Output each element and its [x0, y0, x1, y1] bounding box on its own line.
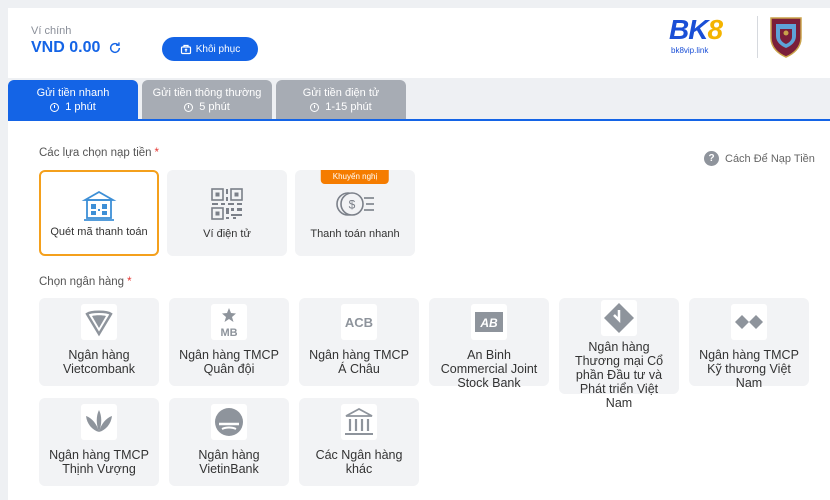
bk8-link: bk8vip.link — [671, 46, 709, 55]
deposit-options-label-text: Các lựa chọn nạp tiền — [39, 147, 152, 159]
option-label: Ví điện tử — [203, 228, 251, 240]
bank-techcombank[interactable]: Ngân hàng TMCP Kỹ thương Việt Nam — [689, 298, 809, 390]
clock-icon — [50, 102, 60, 112]
bank-select-label-text: Chọn ngân hàng — [39, 276, 125, 288]
tab-crypto-deposit[interactable]: Gửi tiền điện tử 1-15 phút — [276, 80, 406, 120]
howto-deposit-link[interactable]: ? Cách Để Nạp Tiền — [704, 151, 815, 166]
brand-logos: BK8 bk8vip.link — [669, 14, 804, 60]
bank-name: Ngân hàng VietinBank — [198, 448, 260, 476]
tab-time: 1-15 phút — [325, 101, 372, 113]
bank-mb[interactable]: MB Ngân hàng TMCP Quân đội — [169, 298, 289, 386]
clock-icon — [310, 102, 320, 112]
required-mark: * — [154, 147, 160, 159]
bidv-icon — [601, 300, 637, 336]
refresh-icon[interactable] — [108, 41, 122, 55]
vietcombank-icon — [81, 304, 117, 340]
mb-logo-text: MB — [220, 327, 237, 339]
clock-icon — [184, 102, 194, 112]
qr-code-icon — [211, 188, 243, 220]
deposit-panel: Các lựa chọn nạp tiền * ? Cách Để Nạp Tiề… — [8, 121, 830, 500]
wallet-header: Ví chính VND 0.00 Khôi phục BK8 bk8vip.l… — [8, 8, 830, 78]
tab-fast-deposit[interactable]: Gửi tiền nhanh 1 phút — [8, 80, 138, 120]
acb-icon: ACB — [341, 304, 377, 340]
bank-name: Ngân hàng TMCP Thịnh Vượng — [49, 448, 149, 476]
bank-name: Ngân hàng TMCP Á Châu — [309, 348, 409, 376]
bank-bidv[interactable]: Ngân hàng Thương mại Cổ phần Đầu tư và P… — [559, 298, 679, 410]
bank-vpbank[interactable]: Ngân hàng TMCP Thịnh Vượng — [39, 398, 159, 486]
bank-select-label: Chọn ngân hàng * — [39, 276, 132, 288]
mb-bank-icon: MB — [211, 304, 247, 340]
bank-name: Ngân hàng TMCP Kỹ thương Việt Nam — [699, 348, 799, 390]
tab-title: Gửi tiền điện tử — [302, 87, 380, 99]
acb-logo-text: ACB — [345, 315, 373, 330]
bank-name: Các Ngân hàng khác — [315, 448, 403, 476]
bank-vietcombank[interactable]: Ngân hàng Vietcombank — [39, 298, 159, 386]
tab-normal-deposit[interactable]: Gửi tiền thông thường 5 phút — [142, 80, 272, 120]
vietinbank-icon — [211, 404, 247, 440]
recommended-badge: Khuyến nghị — [320, 170, 390, 184]
bank-abbank[interactable]: AB An Binh Commercial Joint Stock Bank — [429, 298, 549, 390]
fast-payment-icon: $ — [336, 192, 374, 216]
abbank-logo-text: AB — [479, 316, 498, 330]
vpbank-icon — [81, 404, 117, 440]
help-icon: ? — [704, 151, 719, 166]
bank-other[interactable]: Các Ngân hàng khác — [299, 398, 419, 486]
option-label: Thanh toán nhanh — [310, 228, 400, 240]
tab-time: 1 phút — [65, 101, 96, 113]
restore-button[interactable]: Khôi phục — [162, 37, 258, 61]
bk8-logo[interactable]: BK8 bk8vip.link — [669, 14, 747, 60]
option-fast-payment[interactable]: Khuyến nghị $ Thanh toán nhanh — [295, 170, 415, 256]
option-label: Quét mã thanh toán — [50, 226, 148, 238]
club-crest-icon — [770, 17, 802, 58]
bk8-logo-eight: 8 — [707, 14, 723, 45]
svg-text:$: $ — [349, 198, 356, 212]
tab-title: Gửi tiền nhanh — [36, 87, 110, 99]
bk8-logo-prefix: BK — [669, 14, 708, 45]
bank-acb[interactable]: ACB Ngân hàng TMCP Á Châu — [299, 298, 419, 386]
deposit-tabs: Gửi tiền nhanh 1 phút Gửi tiền thông thư… — [8, 80, 406, 120]
wallet-label: Ví chính — [31, 25, 72, 37]
restore-label: Khôi phục — [195, 43, 241, 55]
wallet-balance: VND 0.00 — [31, 39, 122, 57]
abbank-icon: AB — [471, 304, 507, 340]
option-e-wallet[interactable]: Ví điện tử — [167, 170, 287, 256]
required-mark: * — [127, 276, 132, 288]
other-bank-icon — [341, 404, 377, 440]
restore-icon — [180, 44, 191, 55]
bank-name: Ngân hàng Thương mại Cổ phần Đầu tư và P… — [574, 340, 664, 410]
deposit-options-label: Các lựa chọn nạp tiền * — [39, 147, 159, 159]
tab-title: Gửi tiền thông thường — [152, 87, 262, 99]
logo-divider — [757, 16, 758, 58]
bank-name: Ngân hàng TMCP Quân đội — [179, 348, 279, 376]
tab-time: 5 phút — [199, 101, 230, 113]
bank-name: Ngân hàng Vietcombank — [62, 348, 136, 376]
option-scan-qr[interactable]: Quét mã thanh toán — [39, 170, 159, 256]
bank-vietinbank[interactable]: Ngân hàng VietinBank — [169, 398, 289, 486]
balance-value: VND 0.00 — [31, 39, 101, 56]
techcombank-icon — [731, 304, 767, 340]
bank-name: An Binh Commercial Joint Stock Bank — [440, 348, 538, 390]
qr-bank-icon — [81, 190, 117, 221]
howto-label: Cách Để Nạp Tiền — [725, 152, 815, 165]
